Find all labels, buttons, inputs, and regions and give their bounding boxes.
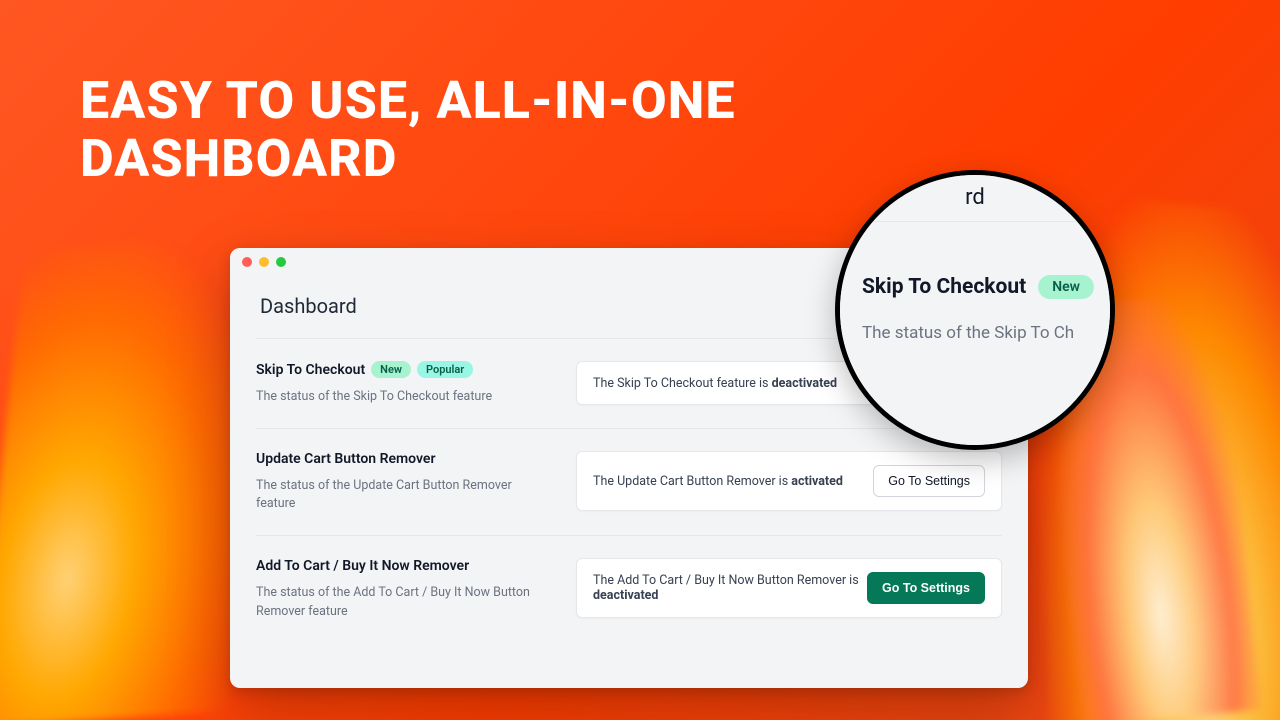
feature-section: Add To Cart / Buy It Now Remover The stat… xyxy=(256,535,1002,642)
magnifier-badge-new: New xyxy=(1038,275,1094,299)
hero-line-1: EASY TO USE, ALL-IN-ONE xyxy=(80,70,736,131)
feature-subtitle: The status of the Add To Cart / Buy It N… xyxy=(256,584,536,620)
status-word: deactivated xyxy=(593,588,658,603)
feature-title: Add To Cart / Buy It Now Remover xyxy=(256,558,469,574)
feature-badge-popular: Popular xyxy=(417,361,473,378)
go-to-settings-button[interactable]: Go To Settings xyxy=(873,465,985,497)
magnifier-feature-desc: The status of the Skip To Ch xyxy=(862,323,1100,343)
feature-info: Add To Cart / Buy It Now Remover The stat… xyxy=(256,558,576,620)
hero-title: EASY TO USE, ALL-IN-ONE DASHBOARD xyxy=(80,72,736,188)
window-minimize-icon[interactable] xyxy=(259,257,269,267)
window-close-icon[interactable] xyxy=(242,257,252,267)
window-maximize-icon[interactable] xyxy=(276,257,286,267)
feature-status-text: The Add To Cart / Buy It Now Button Remo… xyxy=(593,573,867,603)
feature-info: Skip To Checkout New Popular The status of … xyxy=(256,361,576,406)
feature-badge-new: New xyxy=(371,361,411,378)
feature-title: Update Cart Button Remover xyxy=(256,451,435,467)
feature-subtitle: The status of the Update Cart Button Rem… xyxy=(256,477,536,513)
go-to-settings-button[interactable]: Go To Settings xyxy=(867,572,985,604)
magnifier-heading-fragment: rd xyxy=(965,185,985,210)
feature-subtitle: The status of the Skip To Checkout featu… xyxy=(256,388,536,406)
feature-status-text: The Update Cart Button Remover is activa… xyxy=(593,474,843,489)
hero-line-2: DASHBOARD xyxy=(80,128,398,189)
feature-title: Skip To Checkout xyxy=(256,362,365,378)
feature-info: Update Cart Button Remover The status of … xyxy=(256,451,576,513)
feature-status-text: The Skip To Checkout feature is deactiva… xyxy=(593,376,837,391)
status-prefix: The Update Cart Button Remover is xyxy=(593,474,791,489)
status-word: activated xyxy=(791,474,843,489)
magnifier-circle: rd Skip To Checkout New The status of th… xyxy=(835,170,1115,450)
feature-status-card: The Update Cart Button Remover is activa… xyxy=(576,451,1002,511)
feature-status-card: The Add To Cart / Buy It Now Button Remo… xyxy=(576,558,1002,618)
status-word: deactivated xyxy=(772,376,837,391)
status-prefix: The Skip To Checkout feature is xyxy=(593,376,772,391)
magnifier-divider xyxy=(840,221,1110,222)
magnifier-feature-title: Skip To Checkout xyxy=(862,275,1026,299)
status-prefix: The Add To Cart / Buy It Now Button Remo… xyxy=(593,573,859,588)
